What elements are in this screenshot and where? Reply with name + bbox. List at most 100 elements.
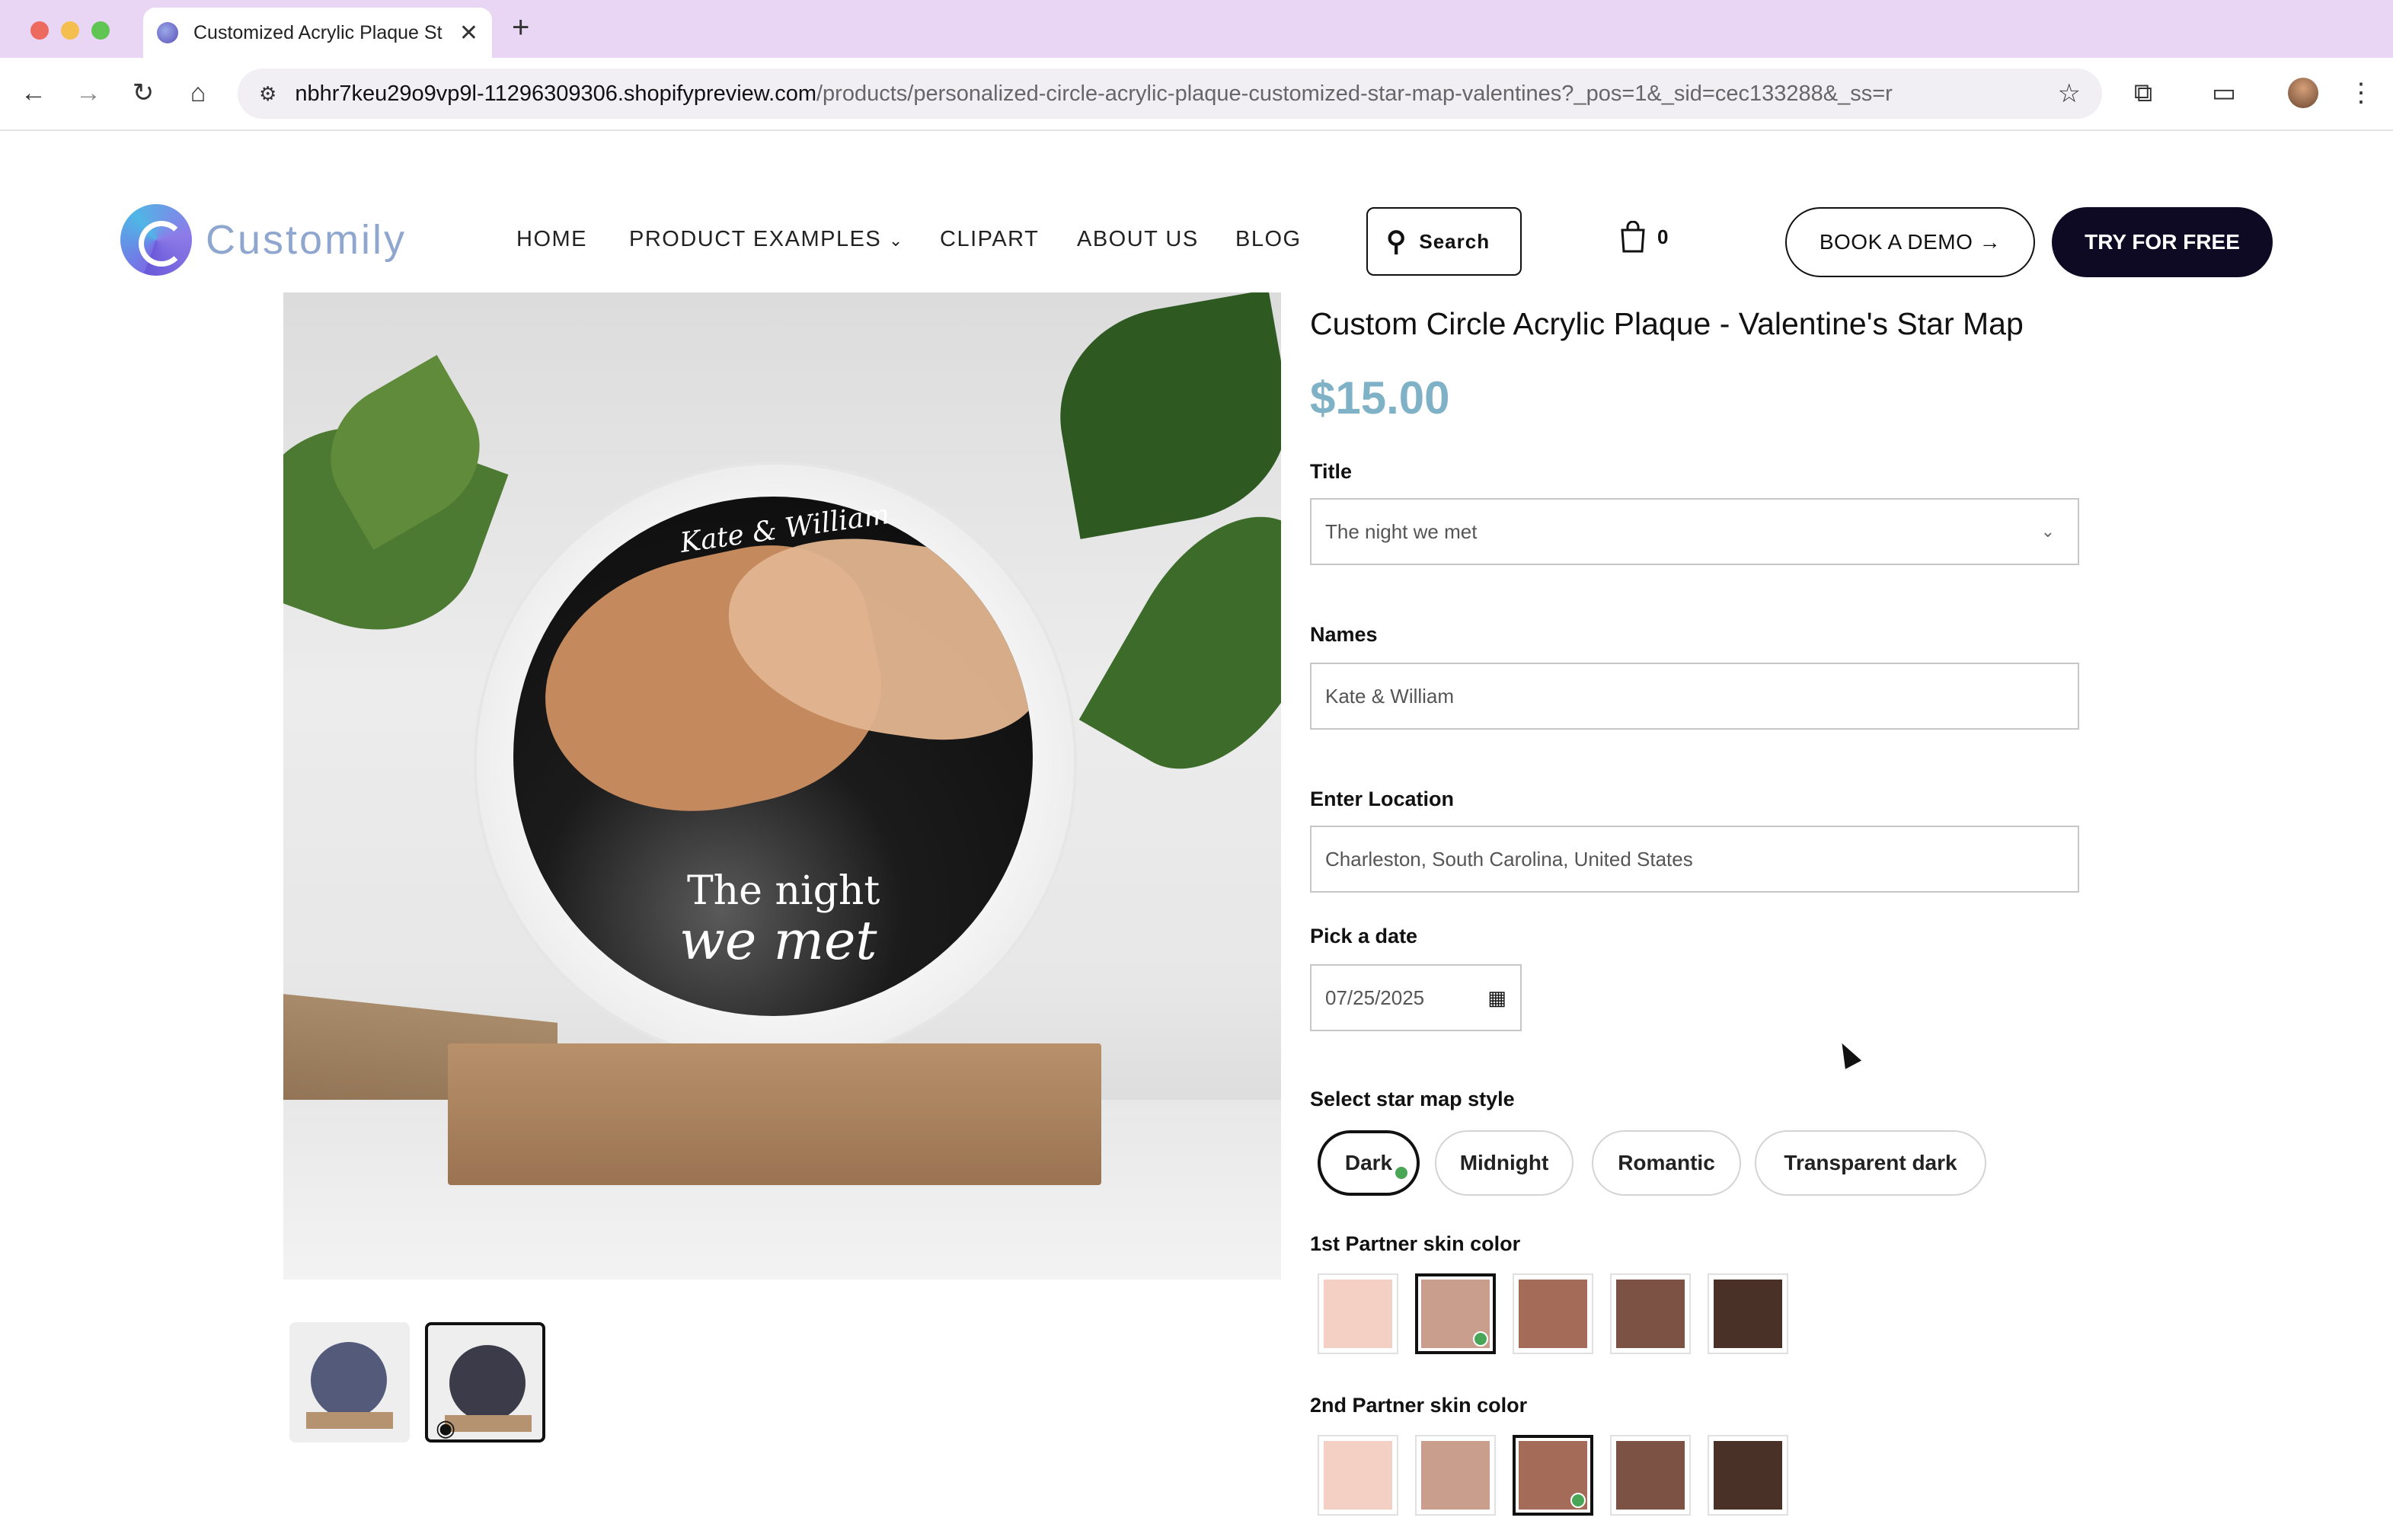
nav-blog[interactable]: BLOG: [1235, 227, 1302, 252]
style-option-label: Dark: [1344, 1151, 1393, 1174]
shopping-bag-icon: [1621, 221, 1645, 253]
book-a-demo-button[interactable]: BOOK A DEMO →: [1785, 207, 2035, 277]
browser-toolbar: ← → ↻ ⌂ ⚙ nbhr7keu29o9vp9l-11296309306.s…: [0, 58, 2393, 131]
reload-icon[interactable]: ↻: [125, 75, 161, 111]
thumbnail-disc: [449, 1345, 526, 1421]
swatch-color: [1519, 1280, 1587, 1348]
menu-kebab-icon[interactable]: ⋮: [2343, 75, 2379, 111]
tab-favicon-icon: [157, 22, 178, 43]
maximize-window-button[interactable]: [91, 21, 110, 40]
product-main-image[interactable]: Kate & William The night we met: [283, 292, 1281, 1280]
eye-icon: ◉: [436, 1416, 456, 1441]
style-option-label: Romantic: [1618, 1151, 1715, 1174]
minimize-window-button[interactable]: [61, 21, 79, 40]
browser-tab-strip: Customized Acrylic Plaque St ✕ +: [0, 0, 2393, 58]
thumbnail-disc: [311, 1342, 387, 1418]
address-bar[interactable]: ⚙ nbhr7keu29o9vp9l-11296309306.shopifypr…: [238, 69, 2102, 119]
style-option-transparent-dark[interactable]: Transparent dark: [1755, 1130, 1986, 1196]
search-button[interactable]: ⚲ Search: [1366, 207, 1522, 276]
product-title: Custom Circle Acrylic Plaque - Valentine…: [1310, 306, 2024, 341]
swatch-color: [1616, 1441, 1685, 1510]
partner1-skin-swatch[interactable]: [1708, 1273, 1788, 1354]
names-input[interactable]: Kate & William: [1310, 663, 2079, 730]
image-quote-line1: The night: [687, 868, 880, 914]
nav-product-examples[interactable]: PRODUCT EXAMPLES ⌄: [629, 227, 904, 252]
partner1-skin-swatch[interactable]: [1318, 1273, 1398, 1354]
logo-mark-icon: [120, 204, 192, 276]
thumbnail-base: [445, 1415, 532, 1432]
style-option-label: Midnight: [1459, 1151, 1549, 1174]
partner1-skin-label: 1st Partner skin color: [1310, 1232, 1521, 1255]
style-option-label: Transparent dark: [1784, 1151, 1957, 1174]
product-price: $15.00: [1310, 372, 1450, 423]
partner2-skin-swatch[interactable]: [1318, 1435, 1398, 1516]
swatch-color: [1324, 1441, 1392, 1510]
selected-check-icon: [1473, 1331, 1488, 1347]
nav-clipart[interactable]: CLIPART: [940, 227, 1039, 252]
title-label: Title: [1310, 460, 1353, 483]
swatch-color: [1421, 1441, 1490, 1510]
thumbnail-1[interactable]: [289, 1322, 410, 1443]
date-label: Pick a date: [1310, 925, 1418, 947]
customily-logo[interactable]: Customily: [120, 204, 407, 276]
style-option-dark[interactable]: Dark: [1318, 1130, 1420, 1196]
partner1-skin-swatch[interactable]: [1610, 1273, 1691, 1354]
swatch-color: [1324, 1280, 1392, 1348]
close-window-button[interactable]: [30, 21, 49, 40]
selected-check-icon: [1394, 1165, 1409, 1181]
partner2-skin-label: 2nd Partner skin color: [1310, 1394, 1528, 1417]
partner2-skin-swatch[interactable]: [1708, 1435, 1788, 1516]
bookmark-star-icon[interactable]: ☆: [2058, 78, 2081, 109]
back-icon[interactable]: ←: [15, 75, 52, 111]
partner1-skin-swatch[interactable]: [1513, 1273, 1593, 1354]
style-option-romantic[interactable]: Romantic: [1592, 1130, 1741, 1196]
forward-icon[interactable]: →: [70, 75, 107, 111]
browser-tab[interactable]: Customized Acrylic Plaque St ✕: [143, 8, 492, 58]
cart-count: 0: [1657, 225, 1669, 248]
nav-home[interactable]: HOME: [516, 227, 587, 252]
date-input-value: 07/25/2025: [1325, 986, 1425, 1009]
new-tab-icon[interactable]: +: [512, 11, 529, 45]
partner2-skin-swatch[interactable]: [1610, 1435, 1691, 1516]
calendar-icon[interactable]: ▦: [1487, 986, 1506, 1010]
chevron-down-icon: ⌄: [888, 231, 904, 250]
swatch-color: [1714, 1441, 1782, 1510]
selected-check-icon: [1570, 1493, 1586, 1508]
swatch-color: [1616, 1280, 1685, 1348]
nav-about-us[interactable]: ABOUT US: [1077, 227, 1199, 252]
date-input[interactable]: 07/25/2025 ▦: [1310, 964, 1522, 1031]
image-plant-right: [1043, 292, 1281, 539]
title-select-value: The night we met: [1325, 519, 1478, 543]
image-wood-base: [448, 1043, 1101, 1185]
style-option-midnight[interactable]: Midnight: [1435, 1130, 1574, 1196]
partner2-skin-swatch-selected[interactable]: [1513, 1435, 1593, 1516]
location-input-value: Charleston, South Carolina, United State…: [1325, 847, 1693, 871]
mouse-cursor-icon: [1833, 1039, 1862, 1069]
cart-button[interactable]: 0: [1618, 221, 1668, 253]
partner1-skin-swatch-selected[interactable]: [1415, 1273, 1496, 1354]
close-tab-icon[interactable]: ✕: [459, 20, 478, 46]
title-select[interactable]: The night we met ⌄: [1310, 498, 2079, 565]
location-input[interactable]: Charleston, South Carolina, United State…: [1310, 826, 2079, 893]
tab-title: Customized Acrylic Plaque St: [193, 21, 442, 43]
names-label: Names: [1310, 623, 1378, 646]
tab-search-icon[interactable]: ▭: [2206, 75, 2242, 111]
url-path: /products/personalized-circle-acrylic-pl…: [816, 81, 1893, 106]
try-for-free-button[interactable]: TRY FOR FREE: [2052, 207, 2273, 277]
style-label: Select star map style: [1310, 1088, 1515, 1110]
profile-avatar[interactable]: [2288, 78, 2318, 108]
home-icon[interactable]: ⌂: [180, 75, 216, 111]
partner2-skin-swatch[interactable]: [1415, 1435, 1496, 1516]
thumbnail-base: [306, 1412, 393, 1429]
swatch-color: [1714, 1280, 1782, 1348]
site-info-icon[interactable]: ⚙: [259, 82, 276, 106]
nav-product-examples-label: PRODUCT EXAMPLES: [629, 227, 882, 251]
image-quote-line2: we met: [679, 909, 877, 972]
url-host: nbhr7keu29o9vp9l-11296309306.shopifyprev…: [295, 81, 816, 106]
thumbnail-2-active[interactable]: ◉: [425, 1322, 545, 1443]
names-input-value: Kate & William: [1325, 684, 1455, 708]
search-label: Search: [1419, 229, 1490, 253]
logo-text: Customily: [206, 217, 407, 263]
location-label: Enter Location: [1310, 788, 1455, 810]
extensions-icon[interactable]: ⧉: [2125, 75, 2161, 111]
